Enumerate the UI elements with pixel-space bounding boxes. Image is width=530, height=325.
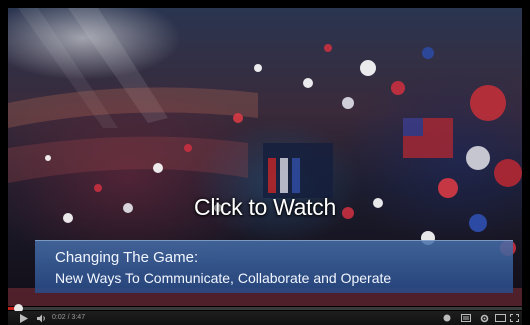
time-display: 0:02 / 3:47	[52, 314, 86, 321]
fullscreen-icon[interactable]	[508, 313, 520, 323]
video-frame[interactable]: Click to Watch Changing The Game: New Wa…	[8, 8, 522, 306]
play-icon[interactable]	[18, 313, 30, 323]
settings-icon[interactable]	[478, 313, 490, 323]
watch-later-icon[interactable]	[460, 313, 472, 323]
volume-icon[interactable]	[36, 313, 48, 323]
video-player[interactable]: Click to Watch Changing The Game: New Wa…	[0, 0, 530, 325]
banner-subtitle: New Ways To Communicate, Collaborate and…	[55, 270, 392, 286]
lower-third-banner: Changing The Game: New Ways To Communica…	[35, 240, 513, 293]
click-to-watch-label[interactable]: Click to Watch	[8, 194, 522, 221]
banner-title: Changing The Game:	[55, 249, 199, 266]
cc-icon[interactable]	[442, 313, 452, 323]
control-bar: 0:02 / 3:47	[8, 311, 522, 325]
progress-bar[interactable]	[8, 304, 522, 313]
theater-mode-icon[interactable]	[494, 313, 506, 323]
